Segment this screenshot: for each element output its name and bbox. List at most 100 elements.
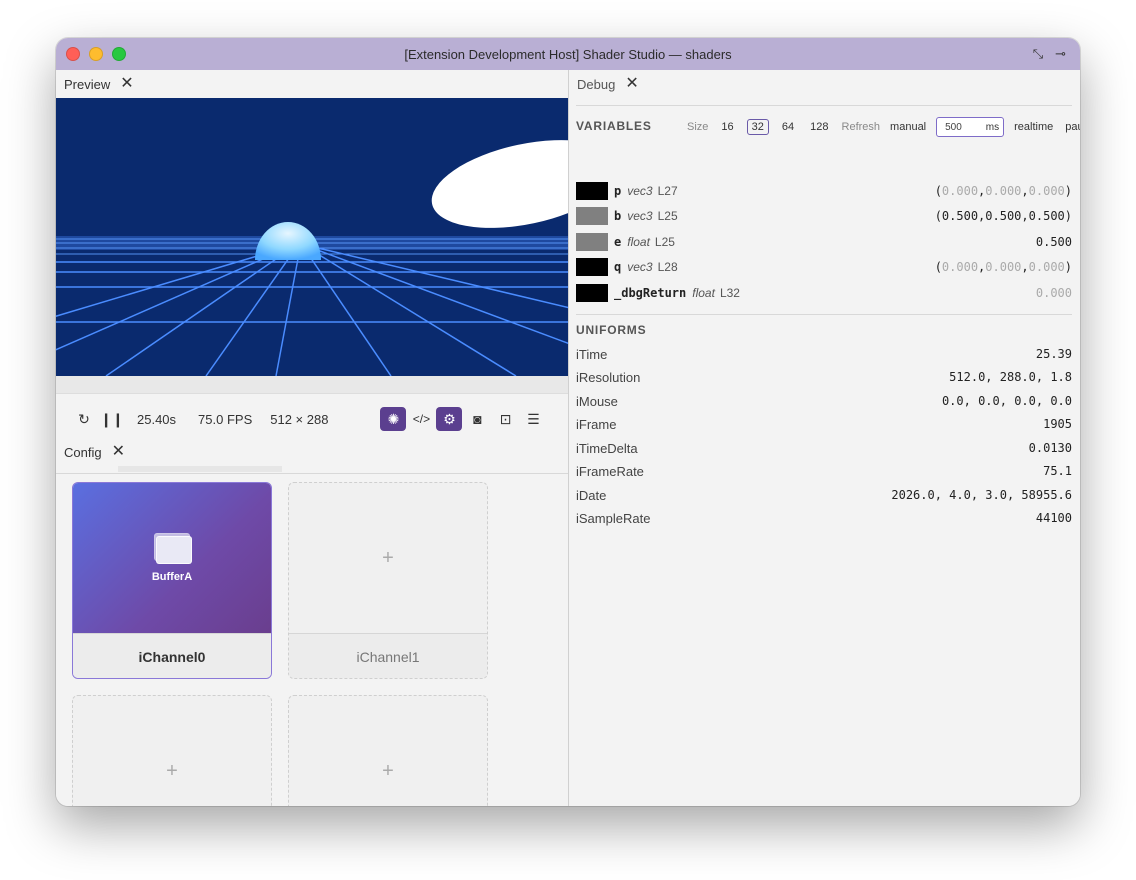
variable-row-p[interactable]: p vec3 L27 (0.000,0.000,0.000) bbox=[576, 181, 1072, 201]
fps-readout: 75.0 FPS bbox=[198, 411, 253, 427]
variable-line: L25 bbox=[657, 209, 678, 223]
variable-row-dbgreturn[interactable]: _dbgReturn float L32 0.000 bbox=[576, 283, 1072, 303]
menu-icon[interactable]: ☰ bbox=[520, 407, 546, 431]
uniform-value: 0.0, 0.0, 0.0, 0.0 bbox=[941, 394, 1072, 408]
add-channel-icon[interactable]: + bbox=[289, 696, 487, 806]
size-option-16[interactable]: 16 bbox=[718, 120, 736, 134]
variable-line: L32 bbox=[719, 286, 740, 300]
pin-icon[interactable]: ⊸ bbox=[1055, 46, 1066, 62]
uniform-value: 2026.0, 4.0, 3.0, 58955.6 bbox=[891, 488, 1072, 502]
uniform-value: 44100 bbox=[1035, 511, 1072, 525]
config-divider bbox=[56, 473, 568, 474]
uniform-name: iFrame bbox=[576, 416, 617, 432]
uniform-name: iTimeDelta bbox=[576, 440, 638, 456]
variable-line: L27 bbox=[657, 184, 678, 198]
variables-title: VARIABLES bbox=[576, 119, 652, 133]
uniform-row: iDate 2026.0, 4.0, 3.0, 58955.6 bbox=[576, 485, 1072, 505]
camera-icon[interactable]: ◙ bbox=[464, 407, 490, 431]
refresh-interval-input[interactable]: 500 ms bbox=[936, 117, 1005, 137]
preview-toolbar: ↻ ❙❙ 25.40s 75.0 FPS 512 × 288 ✺ </> ⚙ ◙… bbox=[56, 402, 568, 436]
refresh-manual[interactable]: manual bbox=[890, 121, 926, 133]
variable-row-e[interactable]: e float L25 0.500 bbox=[576, 232, 1072, 252]
uniform-row: iFrameRate 75.1 bbox=[576, 461, 1072, 481]
unlock-icon[interactable]: ⊡ bbox=[492, 407, 518, 431]
refresh-realtime[interactable]: realtime bbox=[1014, 121, 1053, 133]
size-option-64[interactable]: 64 bbox=[779, 120, 797, 134]
app-window: [Extension Development Host] Shader Stud… bbox=[56, 38, 1080, 806]
tab-debug[interactable]: Debug ✕ bbox=[569, 70, 647, 98]
uniform-value: 25.39 bbox=[1035, 347, 1072, 361]
title-actions: ⤡ ⊸ bbox=[1033, 46, 1066, 62]
uniform-row: iTimeDelta 0.0130 bbox=[576, 438, 1072, 458]
uniform-name: iMouse bbox=[576, 393, 618, 409]
window-controls bbox=[66, 47, 126, 61]
tab-config[interactable]: Config ✕ bbox=[56, 438, 133, 466]
variable-value: 0.500 bbox=[1035, 235, 1072, 249]
preview-scrub-strip bbox=[56, 376, 568, 394]
channel-label: iChannel1 bbox=[289, 633, 487, 678]
uniform-value: 75.1 bbox=[1043, 464, 1072, 478]
close-icon[interactable]: ✕ bbox=[625, 76, 638, 92]
channel-thumbnail: BufferA bbox=[73, 483, 271, 633]
variable-value: (0.500,0.500,0.500) bbox=[934, 209, 1072, 223]
code-icon[interactable]: </> bbox=[408, 407, 434, 431]
pause-icon[interactable]: ❙❙ bbox=[99, 407, 125, 431]
channel-label: iChannel0 bbox=[73, 633, 271, 678]
variable-type: vec3 bbox=[627, 209, 653, 223]
variable-row-b[interactable]: b vec3 L25 (0.500,0.500,0.500) bbox=[576, 206, 1072, 226]
tab-preview[interactable]: Preview ✕ bbox=[56, 70, 142, 98]
value-swatch bbox=[576, 233, 608, 251]
debug-panel: Debug ✕ VARIABLES Size 16 32 64 128 Refr… bbox=[569, 70, 1080, 806]
left-panel: Preview ✕ ↻ ❙❙ 25.40s 75.0 FPS 512 × 288… bbox=[56, 70, 568, 806]
value-swatch bbox=[576, 258, 608, 276]
buffer-icon bbox=[152, 533, 192, 565]
variable-value: (0.000,0.000,0.000) bbox=[934, 260, 1072, 274]
uniform-row: iMouse 0.0, 0.0, 0.0, 0.0 bbox=[576, 391, 1072, 411]
buffer-name: BufferA bbox=[151, 571, 193, 583]
channel-card-1[interactable]: + iChannel1 bbox=[288, 482, 488, 679]
uniform-name: iResolution bbox=[576, 369, 641, 385]
config-subtabs bbox=[118, 466, 282, 472]
variable-type: vec3 bbox=[627, 260, 653, 274]
refresh-label: Refresh bbox=[841, 121, 881, 133]
variable-name: b bbox=[614, 209, 622, 223]
uniform-row: iResolution 512.0, 288.0, 1.8 bbox=[576, 367, 1072, 387]
variable-name: _dbgReturn bbox=[614, 286, 687, 300]
tab-debug-label: Debug bbox=[577, 76, 616, 92]
channel-card-0[interactable]: BufferA iChannel0 bbox=[72, 482, 272, 679]
variable-type: float bbox=[692, 286, 715, 300]
size-option-32[interactable]: 32 bbox=[746, 119, 769, 135]
uniforms-divider bbox=[576, 314, 1072, 315]
uniform-name: iSampleRate bbox=[576, 510, 651, 526]
time-readout: 25.40s bbox=[137, 411, 177, 427]
refresh-interval-unit: ms bbox=[985, 121, 1000, 133]
close-window-button[interactable] bbox=[66, 47, 80, 61]
close-icon[interactable]: ✕ bbox=[112, 444, 125, 460]
shader-render bbox=[56, 98, 568, 376]
minimize-window-button[interactable] bbox=[89, 47, 103, 61]
close-icon[interactable]: ✕ bbox=[120, 76, 133, 92]
restart-icon[interactable]: ↻ bbox=[71, 407, 97, 431]
maximize-window-button[interactable] bbox=[112, 47, 126, 61]
channel-card-3[interactable]: + bbox=[288, 695, 488, 806]
channel-card-2[interactable]: + bbox=[72, 695, 272, 806]
exit-fullscreen-icon[interactable]: ⤡ bbox=[1033, 46, 1043, 62]
variable-type: vec3 bbox=[627, 184, 653, 198]
size-option-128[interactable]: 128 bbox=[807, 120, 831, 134]
tab-preview-label: Preview bbox=[64, 76, 111, 92]
uniform-row: iSampleRate 44100 bbox=[576, 508, 1072, 528]
variable-line: L28 bbox=[657, 260, 678, 274]
variable-name: p bbox=[614, 184, 622, 198]
uniform-name: iDate bbox=[576, 487, 607, 503]
gear-icon[interactable]: ⚙ bbox=[436, 407, 463, 431]
variable-row-q[interactable]: q vec3 L28 (0.000,0.000,0.000) bbox=[576, 257, 1072, 277]
add-channel-icon[interactable]: + bbox=[289, 483, 487, 633]
refresh-pause[interactable]: pause bbox=[1065, 121, 1080, 133]
add-channel-icon[interactable]: + bbox=[73, 696, 271, 806]
uniform-value: 0.0130 bbox=[1028, 441, 1072, 455]
value-swatch bbox=[576, 284, 608, 302]
variable-value: (0.000,0.000,0.000) bbox=[934, 184, 1072, 198]
bug-icon[interactable]: ✺ bbox=[380, 407, 407, 431]
size-label: Size bbox=[687, 121, 709, 133]
shader-preview-canvas[interactable] bbox=[56, 98, 568, 376]
